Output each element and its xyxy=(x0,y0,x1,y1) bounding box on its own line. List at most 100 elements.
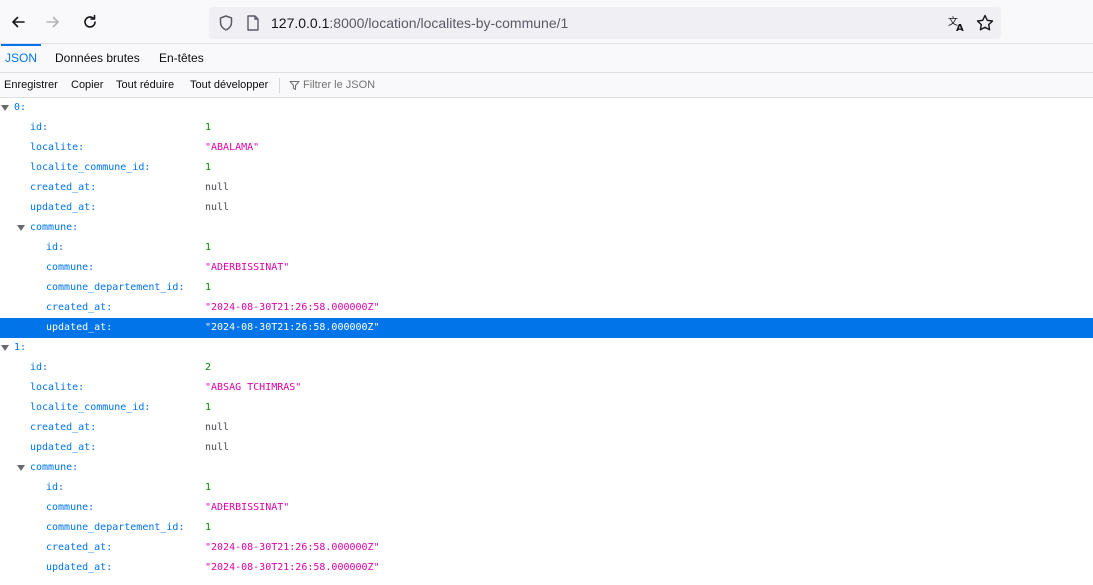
json-value: 1 xyxy=(205,282,212,293)
expand-triangle-icon[interactable] xyxy=(1,345,9,351)
tracking-protection-shield-icon[interactable] xyxy=(217,14,235,32)
json-tree-row[interactable]: created_at: "2024-08-30T21:26:58.000000Z" xyxy=(0,538,1093,558)
json-value: "ADERBISSINAT" xyxy=(205,262,290,273)
json-key: localite_commune_id: xyxy=(30,162,151,173)
json-key: updated_at: xyxy=(30,202,97,213)
json-tree-row[interactable]: id: 1 xyxy=(0,478,1093,498)
tab-headers[interactable]: En-têtes xyxy=(155,44,208,73)
json-tree-node[interactable]: 1: xyxy=(0,338,1093,358)
json-key: localite: xyxy=(30,142,85,153)
json-tree-node[interactable]: commune: xyxy=(0,218,1093,238)
page-info-icon[interactable] xyxy=(245,14,261,32)
json-tree-row[interactable]: id: 2 xyxy=(0,358,1093,378)
save-button[interactable]: Enregistrer xyxy=(4,73,58,98)
tab-raw-data[interactable]: Données brutes xyxy=(51,44,144,73)
json-tree-row[interactable]: commune: "ADERBISSINAT" xyxy=(0,498,1093,518)
browser-toolbar: 127.0.0.1:8000/location/localites-by-com… xyxy=(0,0,1093,44)
json-tree-row[interactable]: id: 1 xyxy=(0,238,1093,258)
json-action-bar: Enregistrer Copier Tout réduire Tout dév… xyxy=(0,73,1093,98)
expand-triangle-icon[interactable] xyxy=(17,465,25,471)
reload-button[interactable] xyxy=(77,9,103,35)
json-value: 1 xyxy=(205,402,212,413)
json-value: "ABSAG TCHIMRAS" xyxy=(205,382,302,393)
url-host: 127.0.0.1 xyxy=(271,15,330,31)
json-key: created_at: xyxy=(30,422,97,433)
json-tree-row[interactable]: commune: "ADERBISSINAT" xyxy=(0,258,1093,278)
translate-icon[interactable]: 文A xyxy=(947,13,967,33)
json-viewer-tabs: JSON Données brutes En-têtes xyxy=(0,44,1093,73)
json-value: 1 xyxy=(205,522,212,533)
json-value: 2 xyxy=(205,362,212,373)
json-tree-node[interactable]: commune: xyxy=(0,458,1093,478)
json-value: null xyxy=(205,422,230,433)
json-tree-row[interactable]: updated_at: "2024-08-30T21:26:58.000000Z" xyxy=(0,558,1093,578)
json-key: id: xyxy=(46,482,65,493)
json-value: 1 xyxy=(205,162,212,173)
tab-json[interactable]: JSON xyxy=(1,44,42,73)
back-button[interactable] xyxy=(5,9,31,35)
json-tree-row[interactable]: commune_departement_id: 1 xyxy=(0,518,1093,538)
url-text[interactable]: 127.0.0.1:8000/location/localites-by-com… xyxy=(271,15,568,31)
json-key: 0: xyxy=(14,102,27,113)
svg-text:A: A xyxy=(956,23,964,33)
json-tree-row[interactable]: created_at: null xyxy=(0,178,1093,198)
json-key: commune: xyxy=(46,262,95,273)
json-value: "ADERBISSINAT" xyxy=(205,502,290,513)
json-key: 1: xyxy=(14,342,27,353)
json-key: created_at: xyxy=(30,182,97,193)
expand-triangle-icon[interactable] xyxy=(17,225,25,231)
forward-arrow-icon xyxy=(46,16,59,28)
collapse-all-button[interactable]: Tout réduire xyxy=(116,73,174,98)
filter-json-input[interactable]: Filtrer le JSON xyxy=(303,73,375,98)
json-key: id: xyxy=(30,362,49,373)
back-arrow-icon xyxy=(12,16,25,28)
json-key: localite: xyxy=(30,382,85,393)
json-value: "2024-08-30T21:26:58.000000Z" xyxy=(205,562,380,573)
forward-button[interactable] xyxy=(40,9,66,35)
json-tree-row[interactable]: created_at: null xyxy=(0,418,1093,438)
json-tree-row[interactable]: localite: "ABSAG TCHIMRAS" xyxy=(0,378,1093,398)
address-bar[interactable]: 127.0.0.1:8000/location/localites-by-com… xyxy=(209,7,1001,39)
json-key: commune_departement_id: xyxy=(46,522,185,533)
json-key: commune: xyxy=(46,502,95,513)
json-value: "ABALAMA" xyxy=(205,142,260,153)
json-tree-row[interactable]: updated_at: null xyxy=(0,198,1093,218)
json-tree-node[interactable]: 0: xyxy=(0,98,1093,118)
json-tree-row[interactable]: commune_departement_id: 1 xyxy=(0,278,1093,298)
json-key: created_at: xyxy=(46,542,113,553)
reload-icon xyxy=(84,14,96,28)
json-value: 1 xyxy=(205,242,212,253)
json-tree-row[interactable]: localite_commune_id: 1 xyxy=(0,158,1093,178)
json-value: 1 xyxy=(205,122,212,133)
json-tree-row[interactable]: localite: "ABALAMA" xyxy=(0,138,1093,158)
json-key: updated_at: xyxy=(30,442,97,453)
json-value: null xyxy=(205,442,230,453)
json-key: commune: xyxy=(30,462,79,473)
json-value: null xyxy=(205,202,230,213)
json-key: commune_departement_id: xyxy=(46,282,185,293)
json-key: created_at: xyxy=(46,302,113,313)
json-value: "2024-08-30T21:26:58.000000Z" xyxy=(205,302,380,313)
json-key: id: xyxy=(46,242,65,253)
json-value: 1 xyxy=(205,482,212,493)
json-key: commune: xyxy=(30,222,79,233)
json-tree-row[interactable]: id: 1 xyxy=(0,118,1093,138)
expand-all-button[interactable]: Tout développer xyxy=(190,73,268,98)
json-tree-row[interactable]: updated_at: "2024-08-30T21:26:58.000000Z" xyxy=(0,318,1093,338)
filter-funnel-icon xyxy=(289,80,300,91)
json-value: null xyxy=(205,182,230,193)
url-path: :8000/location/localites-by-commune/1 xyxy=(329,15,569,31)
json-value: "2024-08-30T21:26:58.000000Z" xyxy=(205,322,380,333)
json-tree-row[interactable]: localite_commune_id: 1 xyxy=(0,398,1093,418)
json-key: localite_commune_id: xyxy=(30,402,151,413)
bookmark-star-icon[interactable] xyxy=(975,13,995,33)
json-value: "2024-08-30T21:26:58.000000Z" xyxy=(205,542,380,553)
json-key: updated_at: xyxy=(46,322,113,333)
copy-button[interactable]: Copier xyxy=(71,73,103,98)
toolbar-divider xyxy=(279,78,280,93)
json-tree-row[interactable]: created_at: "2024-08-30T21:26:58.000000Z" xyxy=(0,298,1093,318)
json-tree-row[interactable]: updated_at: null xyxy=(0,438,1093,458)
expand-triangle-icon[interactable] xyxy=(1,105,9,111)
json-key: updated_at: xyxy=(46,562,113,573)
json-key: id: xyxy=(30,122,49,133)
